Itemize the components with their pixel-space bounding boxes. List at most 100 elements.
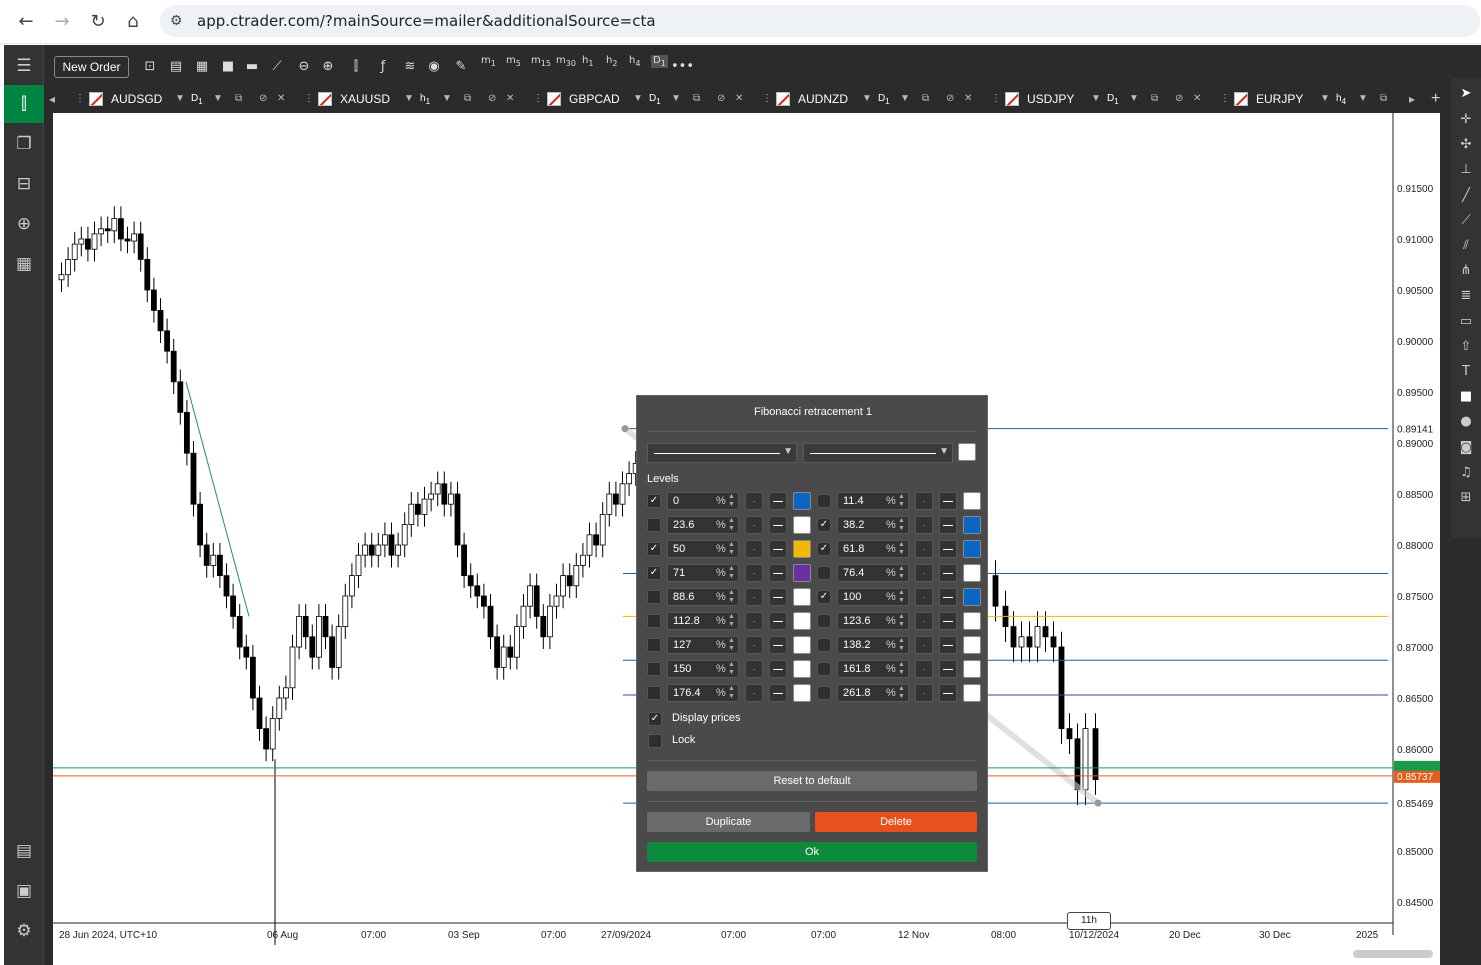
display-prices-checkbox[interactable]: ✓ — [648, 712, 662, 726]
tab-grip-icon[interactable]: ⋮ — [304, 87, 314, 111]
close-tab-icon[interactable]: ✕ — [506, 87, 514, 111]
layout-single-icon[interactable]: ▤ — [165, 56, 187, 78]
level-line-style-select[interactable] — [939, 660, 957, 678]
symbol-dropdown-icon[interactable]: ▼ — [862, 87, 872, 111]
tab-grip-icon[interactable]: ⋮ — [533, 87, 543, 111]
tab-grip-icon[interactable]: ⋮ — [75, 87, 85, 111]
spinner-icon[interactable]: ▲ ▼ — [728, 661, 738, 677]
spinner-icon[interactable]: ▲ ▼ — [898, 589, 908, 605]
eye-icon[interactable]: ◉ — [423, 56, 445, 78]
timeframe-h1-button[interactable]: h1 — [582, 55, 593, 68]
level-color-swatch[interactable] — [963, 516, 981, 534]
level-checkbox[interactable]: ✓ — [817, 590, 831, 604]
settings-icon[interactable]: ⚙ — [4, 912, 44, 950]
tab-xauusd[interactable]: ⋮ XAUUSD ▼ h1 ▼ ⧉ ⊘ ✕ — [302, 87, 525, 111]
spinner-icon[interactable]: ▲ ▼ — [898, 493, 908, 509]
level-color-swatch[interactable] — [963, 636, 981, 654]
detach-icon[interactable]: ⧉ — [1380, 87, 1387, 111]
chart-mode-icon[interactable]: ⊡ — [139, 56, 161, 78]
timeframe-D1-button[interactable]: D1 — [651, 55, 668, 68]
level-style-icon[interactable]: · — [915, 636, 933, 654]
spinner-icon[interactable]: ▲ ▼ — [898, 637, 908, 653]
level-color-swatch[interactable] — [793, 588, 811, 606]
timeframe-dropdown-icon[interactable]: ▼ — [671, 87, 681, 111]
timeframe-h2-button[interactable]: h2 — [606, 55, 617, 68]
spinner-icon[interactable]: ▲ ▼ — [728, 613, 738, 629]
menu-icon[interactable]: ☰ — [4, 47, 44, 85]
level-style-icon[interactable]: · — [915, 540, 933, 558]
timeframe-dropdown-icon[interactable]: ▼ — [213, 87, 223, 111]
level-style-icon[interactable]: · — [745, 516, 763, 534]
indicators-icon[interactable]: ƒ — [372, 56, 394, 78]
home-icon[interactable]: ⌂ — [121, 10, 145, 34]
tab-usdjpy[interactable]: ⋮ USDJPY ▼ D1 ▼ ⧉ ⊘ ✕ — [989, 87, 1212, 111]
wallet-icon[interactable]: ▣ — [4, 872, 44, 910]
level-line-style-select[interactable] — [769, 564, 787, 582]
spinner-icon[interactable]: ▲ ▼ — [728, 541, 738, 557]
level-color-swatch[interactable] — [963, 684, 981, 702]
level-checkbox[interactable] — [817, 566, 831, 580]
layout-icon[interactable]: ▦ — [4, 245, 44, 283]
level-style-icon[interactable]: · — [745, 540, 763, 558]
algo-icon[interactable]: ⊟ — [4, 165, 44, 203]
level-color-swatch[interactable] — [963, 612, 981, 630]
zoom-in-icon[interactable]: ⊕ — [317, 56, 339, 78]
level-value-input[interactable]: 112.8% ▲ ▼ — [667, 612, 739, 630]
reset-to-default-button[interactable]: Reset to default — [647, 771, 977, 791]
level-checkbox[interactable]: ✓ — [817, 542, 831, 556]
level-color-swatch[interactable] — [793, 660, 811, 678]
level-checkbox[interactable]: ✓ — [647, 566, 661, 580]
visibility-icon[interactable]: ● — [1451, 410, 1481, 434]
trend-icon[interactable]: ⟋ — [266, 56, 288, 78]
lock-checkbox[interactable] — [648, 734, 662, 748]
level-style-icon[interactable]: · — [745, 612, 763, 630]
order-line-icon[interactable]: ⊞ — [1451, 486, 1481, 510]
level-value-input[interactable]: 127% ▲ ▼ — [667, 636, 739, 654]
tab-timeframe[interactable]: h1 — [420, 87, 430, 114]
spinner-icon[interactable]: ▲ ▼ — [898, 661, 908, 677]
level-value-input[interactable]: 150% ▲ ▼ — [667, 660, 739, 678]
channel-icon[interactable]: ⫽ — [1451, 234, 1481, 258]
trend-line-color-swatch[interactable] — [958, 443, 976, 461]
level-checkbox[interactable]: ✓ — [817, 518, 831, 532]
close-tab-icon[interactable]: ✕ — [735, 87, 743, 111]
cursor-icon[interactable]: ➤ — [1451, 82, 1481, 106]
level-style-icon[interactable]: · — [915, 492, 933, 510]
horizontal-scrollbar[interactable] — [1353, 950, 1433, 958]
level-line-style-select[interactable] — [939, 492, 957, 510]
text-icon[interactable]: T — [1451, 360, 1481, 384]
analyze-icon[interactable]: ⊕ — [4, 205, 44, 243]
detach-icon[interactable]: ⧉ — [1151, 87, 1158, 111]
level-checkbox[interactable]: ✓ — [647, 494, 661, 508]
address-bar[interactable]: ⚙ app.ctrader.com/?mainSource=mailer&add… — [160, 5, 1480, 37]
level-line-style-select[interactable] — [769, 540, 787, 558]
detach-icon[interactable]: ⧉ — [235, 87, 242, 111]
level-line-style-select[interactable] — [939, 684, 957, 702]
level-value-input[interactable]: 50% ▲ ▼ — [667, 540, 739, 558]
level-line-style-select[interactable] — [939, 612, 957, 630]
spinner-icon[interactable]: ▲ ▼ — [728, 493, 738, 509]
level-value-input[interactable]: 76.4% ▲ ▼ — [837, 564, 909, 582]
detach-icon[interactable]: ⧉ — [464, 87, 471, 111]
timeframe-m15-button[interactable]: m15 — [531, 55, 551, 68]
tab-timeframe[interactable]: h4 — [1336, 87, 1346, 114]
duplicate-button[interactable]: Duplicate — [647, 812, 810, 832]
spinner-icon[interactable]: ▲ ▼ — [728, 589, 738, 605]
tab-timeframe[interactable]: D1 — [649, 87, 661, 114]
spinner-icon[interactable]: ▲ ▼ — [728, 565, 738, 581]
fibonacci-icon[interactable]: ≣ — [1451, 284, 1481, 308]
level-checkbox[interactable] — [647, 590, 661, 604]
tab-grip-icon[interactable]: ⋮ — [991, 87, 1001, 111]
timeframe-m5-button[interactable]: m5 — [506, 55, 521, 68]
timeframe-m1-button[interactable]: m1 — [481, 55, 496, 68]
forward-icon[interactable]: → — [50, 10, 74, 34]
spinner-icon[interactable]: ▲ ▼ — [728, 685, 738, 701]
level-style-icon[interactable]: · — [915, 612, 933, 630]
level-checkbox[interactable] — [647, 518, 661, 532]
timeframe-dropdown-icon[interactable]: ▼ — [1358, 87, 1368, 111]
spinner-icon[interactable]: ▲ ▼ — [728, 517, 738, 533]
level-value-input[interactable]: 0% ▲ ▼ — [667, 492, 739, 510]
more-icon[interactable]: ••• — [671, 56, 694, 78]
link-icon[interactable]: ⊘ — [717, 87, 725, 111]
layout-split-icon[interactable]: ▬ — [241, 56, 263, 78]
